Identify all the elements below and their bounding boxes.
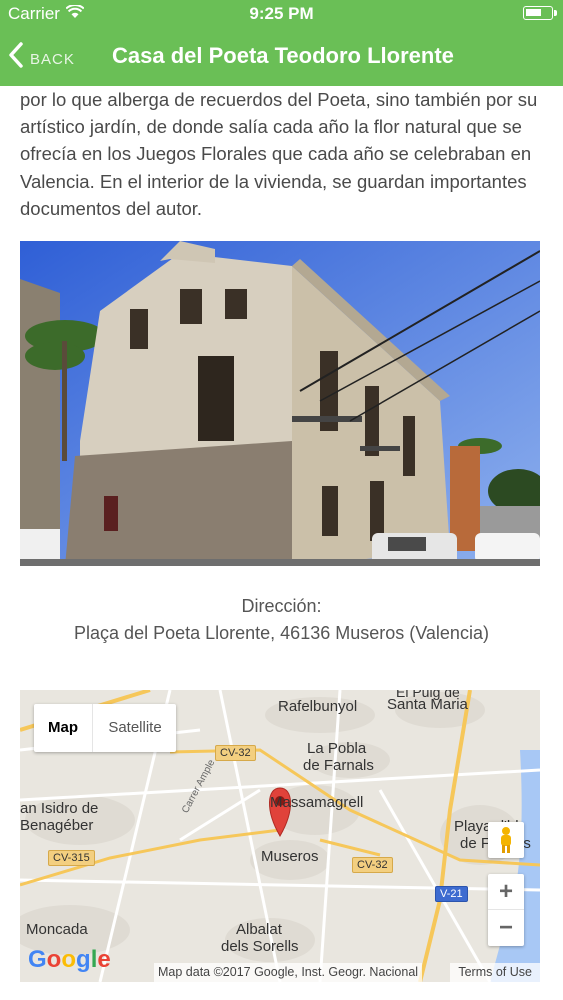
map-label-rafelbunyol: Rafelbunyol: [278, 698, 358, 715]
navigation-bar: BACK Casa del Poeta Teodoro Llorente: [0, 28, 563, 86]
road-badge-cv315: CV-315: [48, 850, 95, 866]
map-label-museros: Museros: [261, 848, 319, 865]
back-label: BACK: [30, 51, 75, 68]
map-label-moncada: Moncada: [26, 921, 88, 938]
description-text: por lo que alberga de recuerdos del Poet…: [20, 89, 538, 219]
map-label-pobla-1: La Pobla: [307, 740, 367, 757]
terms-of-use-link[interactable]: Terms of Use: [450, 963, 540, 982]
road-badge-cv32: CV-32: [352, 857, 393, 873]
map-label-puig-2: Santa Maria: [387, 696, 468, 713]
road-badge-v21: V-21: [435, 886, 468, 902]
page-title: Casa del Poeta Teodoro Llorente: [112, 43, 454, 68]
status-time: 9:25 PM: [249, 4, 314, 23]
house-photo: [20, 241, 540, 566]
map-attribution: Map data ©2017 Google, Inst. Geogr. Naci…: [154, 963, 423, 982]
status-bar: Carrier 9:25 PM: [0, 0, 563, 28]
map-type-satellite-button[interactable]: Satellite: [92, 704, 177, 752]
map-type-map-button[interactable]: Map: [34, 704, 92, 752]
map-label-pobla-2: de Farnals: [303, 757, 374, 774]
google-logo: Google: [28, 946, 111, 973]
map-view[interactable]: Map Satellite Rafelbunyol El Puig de San…: [20, 690, 540, 982]
street-view-pegman-button[interactable]: [488, 822, 524, 858]
map-label-albalat-1: Albalat: [236, 921, 282, 938]
zoom-out-button[interactable]: −: [488, 910, 524, 946]
map-label-albalat-2: dels Sorells: [221, 938, 299, 955]
map-type-toggle: Map Satellite: [34, 704, 176, 752]
address-label: Dirección:: [241, 596, 322, 616]
road-badge-cv32: CV-32: [215, 745, 256, 761]
battery-icon: [523, 6, 557, 20]
top-bar: Carrier 9:25 PM BACK Casa del Poeta Teod…: [0, 0, 563, 86]
address-value: Plaça del Poeta Llorente, 46136 Museros …: [74, 623, 489, 643]
pegman-icon: [501, 827, 511, 853]
place-photo: [20, 241, 540, 566]
zoom-in-button[interactable]: +: [488, 874, 524, 910]
chevron-left-icon: [9, 42, 23, 68]
map-label-san-isidro-1: an Isidro de: [20, 800, 99, 817]
zoom-controls: + −: [488, 874, 524, 946]
back-button[interactable]: BACK: [0, 28, 90, 86]
map-label-massamagrell: Massamagrell: [270, 794, 364, 811]
map-label-san-isidro-2: Benagéber: [20, 817, 94, 834]
